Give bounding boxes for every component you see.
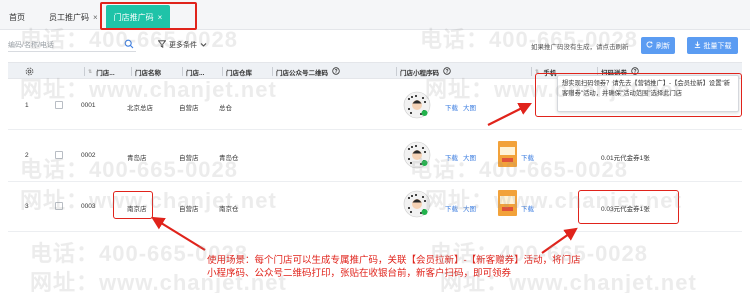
arrow-to-store-name xyxy=(151,216,206,251)
usage-note: 使用场景：每个门店可以生成专属推广码，关联【会员拉新】-【新客赠券】活动，将门店… xyxy=(207,255,581,279)
arrow-to-coupon xyxy=(541,227,578,254)
arrow-to-tooltip xyxy=(487,103,532,126)
annotation-arrows xyxy=(151,103,578,254)
